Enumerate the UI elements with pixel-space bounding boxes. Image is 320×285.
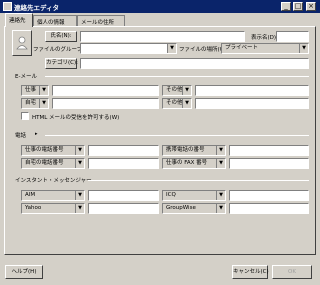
chevron-down-icon[interactable]: ▼ [216,146,225,155]
im-field-1[interactable] [88,190,159,201]
im-type-3: Yahoo [25,205,42,211]
maximize-button[interactable]: □ [293,2,303,11]
im-type-combo-1[interactable]: AIM ▼ [21,190,85,201]
im-field-4[interactable] [229,203,309,214]
im-type-combo-3[interactable]: Yahoo ▼ [21,203,85,214]
html-mail-checkbox[interactable] [21,112,29,120]
im-field-2[interactable] [229,190,309,201]
phone-field-1[interactable] [88,145,159,156]
email-type-combo-4[interactable]: その他 ▼ [162,98,192,109]
email-field-4[interactable] [195,98,309,109]
help-button[interactable]: ヘルプ(H) [5,265,43,279]
file-as-combo[interactable]: ▼ [80,43,177,54]
file-where-value: プライベート [225,45,259,51]
im-type-combo-4[interactable]: GroupWise ▼ [162,203,226,214]
chevron-down-icon[interactable]: ▼ [216,191,225,200]
chevron-down-icon[interactable]: ▼ [167,44,176,53]
cancel-button[interactable]: キャンセル(C) [232,265,269,279]
chevron-down-icon[interactable]: ▼ [39,86,48,95]
phone-type-4: 仕事の FAX 番号 [166,160,208,166]
email-field-3[interactable] [52,98,159,109]
im-field-3[interactable] [88,203,159,214]
im-type-4: GroupWise [166,205,196,211]
chevron-down-icon[interactable]: ▼ [75,159,84,168]
email-section-label: E-メール [15,74,37,80]
email-type-4: その他 [166,100,183,106]
phone-type-combo-3[interactable]: 自宅の電話番号 ▼ [21,158,85,169]
chevron-down-icon[interactable]: ▼ [182,86,191,95]
window-title: 連絡先エディタ [14,4,60,12]
email-type-combo-3[interactable]: 自宅 ▼ [21,98,49,109]
email-field-2[interactable] [195,85,309,96]
phone-type-3: 自宅の電話番号 [25,160,64,166]
chevron-down-icon[interactable]: ▼ [75,146,84,155]
im-type-1: AIM [25,192,36,198]
email-type-2: その他 [166,87,183,93]
display-name-label: 表示名(D): [251,35,278,41]
ok-button[interactable]: OK [272,265,312,279]
chevron-down-icon[interactable]: ▼ [75,191,84,200]
chevron-down-icon[interactable]: ▼ [182,99,191,108]
phone-type-combo-2[interactable]: 携帯電話の番号 ▼ [162,145,226,156]
email-type-3: 自宅 [25,100,37,106]
file-where-combo[interactable]: プライベート ▼ [221,43,309,54]
chevron-down-icon[interactable]: ▼ [216,204,225,213]
chevron-down-icon[interactable]: ▼ [216,159,225,168]
close-button[interactable]: × [306,2,316,11]
html-mail-label: HTML メールの受信を許可する(W) [32,115,120,121]
phone-type-combo-4[interactable]: 仕事の FAX 番号 ▼ [162,158,226,169]
im-separator [88,180,309,181]
name-button[interactable]: 氏名(N): [45,31,77,42]
chevron-down-icon[interactable]: ▼ [39,99,48,108]
email-type-combo-1[interactable]: 仕事 ▼ [21,85,49,96]
category-button[interactable]: カテゴリ(C): [45,58,78,69]
triangle-icon: ▸ [35,131,38,137]
category-field[interactable] [80,58,309,69]
email-separator [45,76,309,77]
phone-section-label: 電話 [15,133,27,139]
window-icon [3,2,12,11]
tab-contact[interactable]: 連絡先 [5,13,33,27]
phone-separator [45,135,309,136]
email-field-1[interactable] [52,85,159,96]
email-type-1: 仕事 [25,87,37,93]
chevron-down-icon[interactable]: ▼ [299,44,308,53]
person-icon [16,36,28,50]
contact-photo[interactable] [12,30,32,56]
name-field[interactable] [80,31,245,42]
phone-field-4[interactable] [229,158,309,169]
phone-type-2: 携帯電話の番号 [166,147,205,153]
phone-type-combo-1[interactable]: 仕事の電話番号 ▼ [21,145,85,156]
chevron-down-icon[interactable]: ▼ [75,204,84,213]
im-type-combo-2[interactable]: ICQ ▼ [162,190,226,201]
phone-type-1: 仕事の電話番号 [25,147,64,153]
phone-field-3[interactable] [88,158,159,169]
email-type-combo-2[interactable]: その他 ▼ [162,85,192,96]
display-name-field[interactable] [276,31,309,42]
im-type-2: ICQ [166,192,176,198]
im-section-label: インスタント・メッセンジャー [15,178,92,184]
phone-field-2[interactable] [229,145,309,156]
minimize-button[interactable]: _ [281,2,291,11]
title-bar: 連絡先エディタ _ □ × [0,0,320,13]
